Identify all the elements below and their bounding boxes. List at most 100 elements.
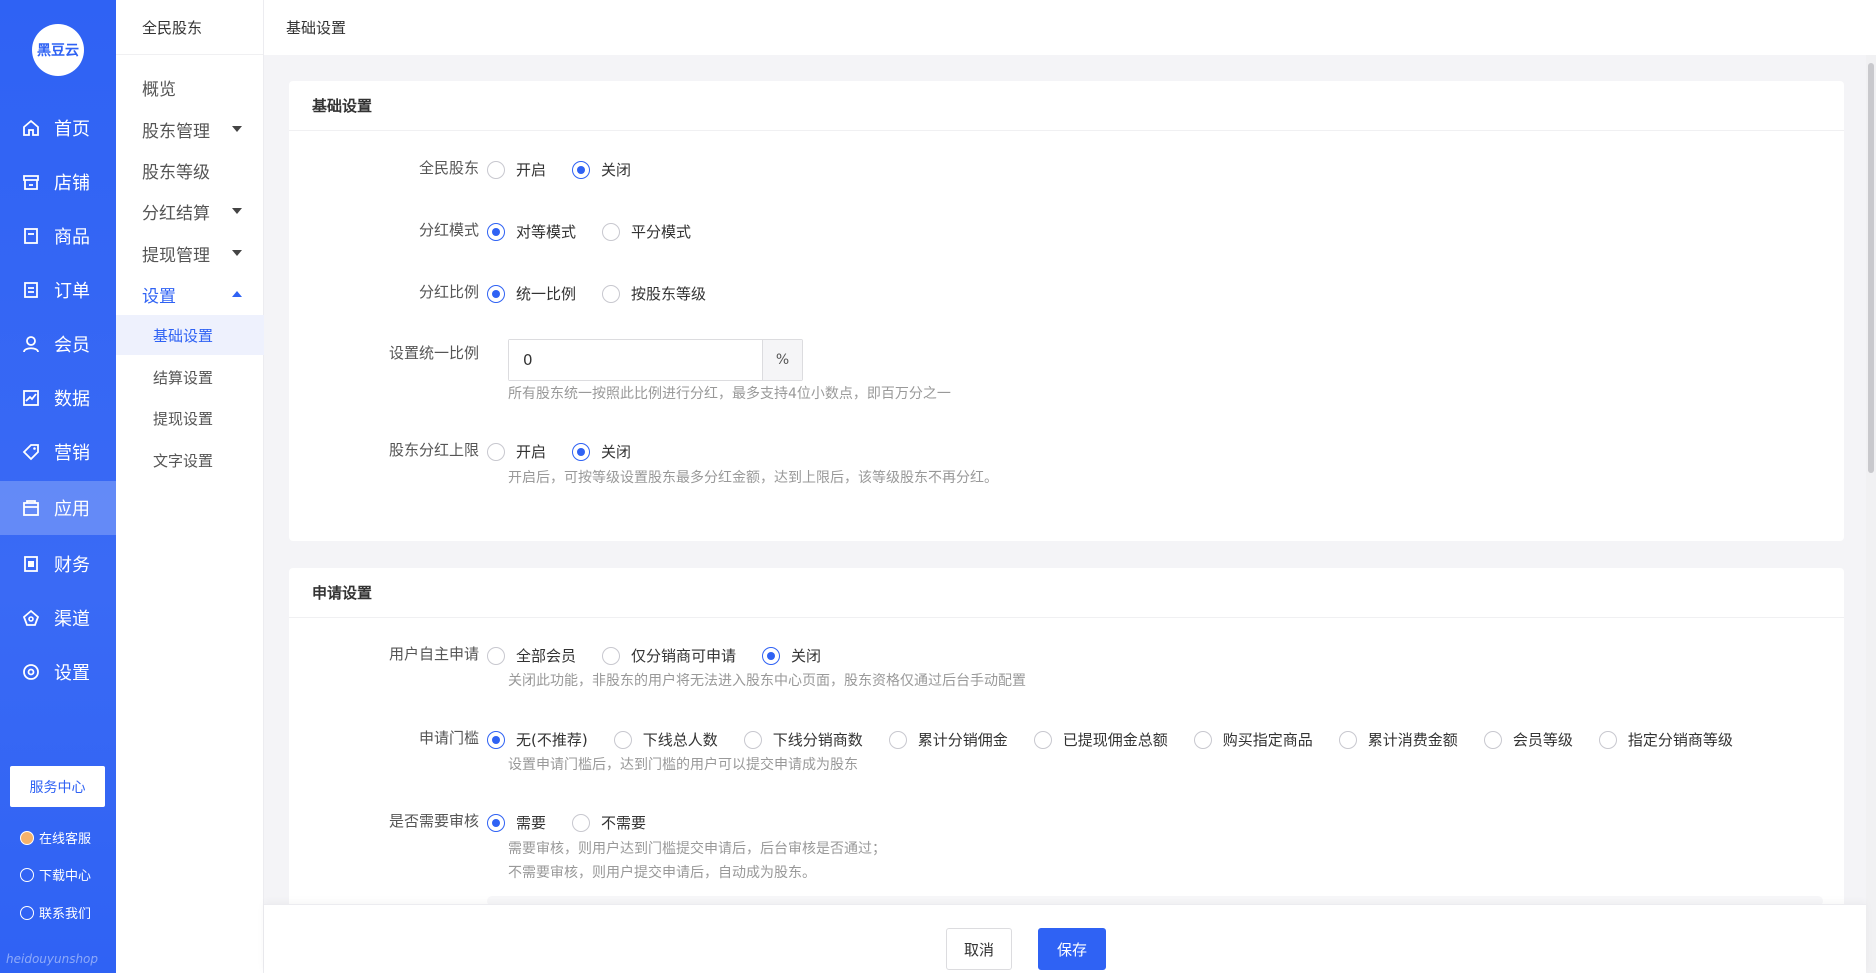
radio-threshold-total-commission[interactable]: 累计分销佣金: [888, 729, 1008, 750]
subnav-child-withdraw-settings[interactable]: 提现设置: [116, 398, 264, 438]
nav-item-channel[interactable]: 渠道: [0, 591, 116, 645]
radio-bonus-cap-on[interactable]: 开启: [487, 441, 546, 462]
subnav-child-label: 文字设置: [153, 451, 214, 470]
nav-item-label: 商品: [54, 227, 90, 248]
radio-dot[interactable]: [487, 646, 505, 665]
nav-item-home[interactable]: 首页: [0, 101, 116, 155]
radio-dot[interactable]: [602, 646, 621, 665]
radio-bonus-ratio-uniform[interactable]: 统一比例: [487, 283, 576, 304]
radio-label: 开启: [516, 161, 547, 179]
radio-dot[interactable]: [487, 730, 505, 749]
radio-dot[interactable]: [1598, 730, 1617, 749]
radio-dot[interactable]: [572, 160, 591, 179]
subnav-child-settlement-settings[interactable]: 结算设置: [116, 357, 264, 397]
nav-item-label: 首页: [54, 119, 90, 140]
radio-bonus-cap-off[interactable]: 关闭: [572, 441, 631, 462]
bonus-cap-label: 股东分红上限: [388, 441, 479, 459]
service-center-button[interactable]: 服务中心: [10, 766, 105, 807]
radio-dot[interactable]: [1483, 730, 1502, 749]
radio-self-apply-off[interactable]: 关闭: [762, 645, 821, 666]
radio-bonus-ratio-by-level[interactable]: 按股东等级: [602, 283, 706, 304]
radio-dot[interactable]: [613, 730, 632, 749]
radio-threshold-buy-product[interactable]: 购买指定商品: [1193, 729, 1313, 750]
radio-dot[interactable]: [743, 730, 762, 749]
radio-dot[interactable]: [572, 442, 591, 461]
radio-bonus-mode-even[interactable]: 平分模式: [602, 221, 691, 242]
radio-label: 累计分销佣金: [917, 731, 1008, 749]
bonus-ratio-label: 分红比例: [418, 283, 479, 301]
nav-item-finance[interactable]: 财务: [0, 537, 116, 591]
tag-icon: [20, 441, 42, 463]
save-button[interactable]: 保存: [1038, 928, 1106, 970]
radio-threshold-none[interactable]: 无(不推荐): [487, 729, 588, 750]
uniform-ratio-hint: 所有股东统一按照此比例进行分红，最多支持4位小数点，即百万分之一: [508, 386, 951, 402]
radio-dot[interactable]: [487, 284, 505, 303]
radio-dot[interactable]: [487, 813, 505, 832]
radio-bonus-mode-equal[interactable]: 对等模式: [487, 221, 576, 242]
nav-item-member[interactable]: 会员: [0, 317, 116, 371]
nav-item-order[interactable]: 订单: [0, 263, 116, 317]
primary-nav: 黑豆云 首页 店铺 商品 订单 会员 数据 营销 应用 财务 渠道 设置 服务中…: [0, 0, 116, 973]
nav-item-goods[interactable]: 商品: [0, 209, 116, 263]
radio-dot[interactable]: [1193, 730, 1212, 749]
radio-shareholder-on[interactable]: 开启: [487, 159, 546, 180]
radio-label: 按股东等级: [631, 285, 707, 303]
card-title: 基础设置: [289, 81, 1844, 131]
radio-threshold-total-spend[interactable]: 累计消费金额: [1338, 729, 1458, 750]
radio-dot[interactable]: [1033, 730, 1052, 749]
nav-item-marketing[interactable]: 营销: [0, 425, 116, 479]
radio-self-apply-distributor[interactable]: 仅分销商可申请: [602, 645, 736, 666]
subnav-item-settings[interactable]: 设置: [116, 274, 264, 314]
radio-review-not-required[interactable]: 不需要: [572, 812, 646, 833]
download-center-link[interactable]: 下载中心: [20, 865, 91, 884]
radio-dot[interactable]: [762, 646, 781, 665]
uniform-ratio-input[interactable]: [509, 340, 762, 380]
nav-item-store[interactable]: 店铺: [0, 155, 116, 209]
subnav-item-bonus-settlement[interactable]: 分红结算: [116, 191, 264, 231]
subnav-child-text-settings[interactable]: 文字设置: [116, 440, 264, 480]
radio-threshold-downline-distributors[interactable]: 下线分销商数: [743, 729, 863, 750]
radio-dot[interactable]: [888, 730, 907, 749]
subnav-child-label: 提现设置: [153, 409, 214, 428]
radio-dot[interactable]: [487, 442, 505, 461]
nav-item-label: 应用: [54, 499, 90, 520]
radio-label: 平分模式: [631, 223, 692, 241]
subnav-child-basic-settings[interactable]: 基础设置: [116, 315, 264, 355]
radio-threshold-member-level[interactable]: 会员等级: [1483, 729, 1573, 750]
app-root: 黑豆云 首页 店铺 商品 订单 会员 数据 营销 应用 财务 渠道 设置 服务中…: [0, 0, 1876, 973]
radio-review-required[interactable]: 需要: [487, 812, 546, 833]
radio-dot[interactable]: [487, 160, 505, 179]
contact-us-link[interactable]: 联系我们: [20, 903, 91, 922]
subnav-item-overview[interactable]: 概览: [116, 67, 264, 107]
radio-threshold-withdrawn-commission[interactable]: 已提现佣金总额: [1033, 729, 1168, 750]
subnav-item-shareholder-manage[interactable]: 股东管理: [116, 109, 264, 149]
radio-label: 开启: [516, 443, 547, 461]
basic-settings-card: 基础设置 全民股东 开启 关闭 分红模式 对等模式 平分模式 分红比例 统一比例…: [289, 81, 1844, 541]
radio-dot[interactable]: [487, 222, 505, 241]
radio-dot[interactable]: [572, 813, 591, 832]
nav-item-label: 设置: [54, 663, 90, 684]
nav-item-apps[interactable]: 应用: [0, 481, 116, 535]
subnav-item-withdraw-manage[interactable]: 提现管理: [116, 233, 264, 273]
page-scrollbar[interactable]: [1866, 55, 1876, 973]
brand-logo[interactable]: 黑豆云: [32, 24, 84, 76]
radio-label: 购买指定商品: [1222, 731, 1313, 749]
review-hint-1: 需要审核，则用户达到门槛提交申请后，后台审核是否通过；: [508, 841, 886, 857]
member-icon: [20, 333, 42, 355]
radio-shareholder-off[interactable]: 关闭: [572, 159, 631, 180]
subnav-item-shareholder-level[interactable]: 股东等级: [116, 150, 264, 190]
cancel-button[interactable]: 取消: [946, 928, 1012, 970]
radio-label: 对等模式: [516, 223, 577, 241]
radio-dot[interactable]: [602, 284, 621, 303]
nav-item-settings[interactable]: 设置: [0, 645, 116, 699]
online-service-link[interactable]: 在线客服: [20, 828, 91, 847]
radio-threshold-downline-total[interactable]: 下线总人数: [613, 729, 718, 750]
radio-threshold-distributor-level[interactable]: 指定分销商等级: [1598, 729, 1733, 750]
radio-label: 下线总人数: [642, 731, 718, 749]
bonus-cap-hint: 开启后，可按等级设置股东最多分红金额，达到上限后，该等级股东不再分红。: [508, 470, 998, 486]
scrollbar-thumb[interactable]: [1868, 63, 1874, 473]
radio-self-apply-all[interactable]: 全部会员: [487, 645, 576, 666]
radio-dot[interactable]: [1338, 730, 1357, 749]
nav-item-data[interactable]: 数据: [0, 371, 116, 425]
radio-dot[interactable]: [602, 222, 621, 241]
